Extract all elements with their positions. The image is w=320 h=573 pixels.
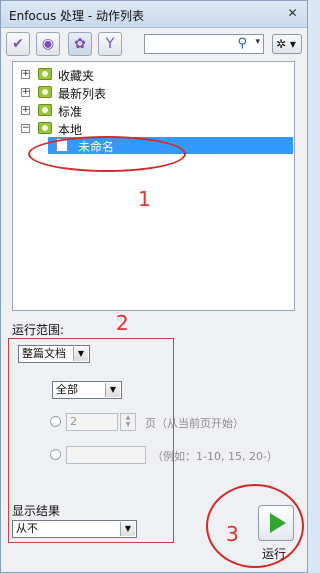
page-radio[interactable] (50, 416, 61, 427)
window-title: Enfocus 处理 - 动作列表 (9, 9, 144, 23)
page-stepper[interactable]: ▲ ▼ (120, 413, 136, 431)
scope-label: 运行范围: (12, 323, 65, 337)
run-label: 运行 (262, 547, 287, 561)
range-radio[interactable] (50, 449, 61, 460)
chevron-down-icon[interactable]: ▼ (105, 383, 120, 397)
globe-button[interactable]: ◉ (36, 32, 60, 56)
show-results-select[interactable]: 从不 ▼ (12, 520, 137, 538)
document-scope-value: 整篇文档 (22, 347, 66, 360)
folder-icon (38, 86, 52, 98)
tree-node-label: 标准 (58, 105, 83, 119)
show-results-value: 从不 (16, 522, 38, 535)
results-label: 显示结果 (12, 504, 61, 518)
gear-button[interactable]: ✿ (68, 32, 92, 56)
page-range-field[interactable] (66, 446, 146, 464)
tree-node-label: 最新列表 (58, 87, 107, 101)
folder-icon (38, 104, 52, 116)
close-icon[interactable]: ✕ (285, 6, 300, 21)
annotation-number-3: 3 (226, 522, 239, 546)
page-suffix-text: 页（从当前页开始） (145, 417, 244, 430)
expand-icon[interactable]: + (21, 70, 30, 79)
expand-icon[interactable]: + (21, 88, 30, 97)
gear-icon: ✿ (74, 36, 86, 52)
gear-menu-icon: ✲ ▾ (276, 37, 296, 51)
run-button[interactable] (258, 505, 294, 541)
checkmark-button[interactable]: ✔ (6, 32, 30, 56)
annotation-ring-1 (28, 136, 186, 172)
pages-select[interactable]: 全部 ▼ (52, 381, 122, 399)
chevron-down-icon[interactable]: ▼ (73, 347, 88, 361)
folder-icon (38, 122, 52, 134)
filter-icon: Y (105, 36, 115, 52)
action-tree[interactable]: + 收藏夹 + 最新列表 + 标准 − 本地 未命名 (12, 61, 295, 311)
filter-button[interactable]: Y (98, 32, 122, 56)
collapse-icon[interactable]: − (21, 124, 30, 133)
pages-value: 全部 (56, 383, 78, 396)
chevron-down-icon[interactable]: ▼ (120, 522, 135, 536)
folder-icon (38, 68, 52, 80)
expand-icon[interactable]: + (21, 106, 30, 115)
gear-menu-button[interactable]: ✲ ▾ (272, 34, 302, 54)
search-icon[interactable]: ⚲ (237, 36, 247, 51)
document-scope-select[interactable]: 整篇文档 ▼ (18, 345, 90, 363)
range-hint-text: （例如：1-10, 15, 20-） (152, 450, 278, 463)
play-icon (270, 513, 286, 533)
globe-icon: ◉ (41, 36, 55, 52)
chevron-down-icon[interactable]: ▾ (255, 37, 260, 47)
checkmark-icon: ✔ (12, 36, 24, 52)
page-number-field[interactable]: 2 (66, 413, 118, 431)
title-bar: Enfocus 处理 - 动作列表 ✕ (1, 1, 307, 28)
search-input[interactable]: ⚲ ▾ (144, 34, 264, 54)
toolbar: ✔ ◉ ✿ Y ⚲ ▾ ✲ ▾ (6, 32, 302, 60)
annotation-number-2: 2 (116, 311, 129, 335)
tree-node-label: 收藏夹 (58, 69, 95, 83)
tree-node-label: 本地 (58, 123, 83, 137)
annotation-number-1: 1 (138, 187, 151, 211)
